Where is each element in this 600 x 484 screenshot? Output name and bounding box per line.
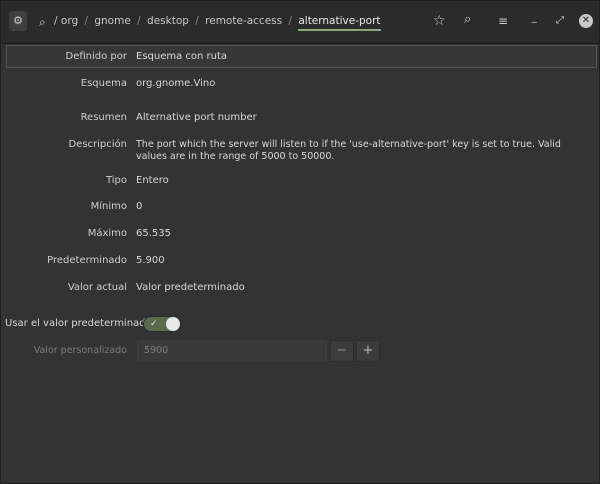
schema-value: org.gnome.Vino	[136, 78, 216, 89]
dconf-app-icon: ⚙	[13, 14, 23, 27]
breadcrumb: / org / gnome / desktop / remote-access …	[54, 15, 381, 31]
breadcrumb-item-current[interactable]: alternative-port	[298, 15, 381, 31]
breadcrumb-sep: /	[54, 15, 58, 27]
breadcrumb-item-remote-access[interactable]: remote-access	[205, 15, 282, 27]
minimum-label: Mínimo	[90, 201, 127, 212]
check-icon: ✓	[150, 319, 158, 329]
description-label: Descripción	[68, 139, 127, 150]
breadcrumb-sep: /	[137, 15, 141, 27]
minimize-icon[interactable]: ‒	[531, 15, 537, 31]
defined-by-label: Definido por	[65, 51, 128, 62]
use-default-switch[interactable]: ✓	[143, 316, 181, 332]
custom-value-label: Valor personalizado	[33, 345, 127, 356]
default-value: 5.900	[136, 255, 165, 266]
switch-knob	[166, 317, 180, 331]
header-bar: ⚙ ⌕ / org / gnome / desktop / remote-acc…	[1, 1, 599, 44]
dconf-editor-window: ⚙ ⌕ / org / gnome / desktop / remote-acc…	[0, 0, 600, 484]
schema-label: Esquema	[80, 78, 127, 89]
maximum-value: 65.535	[136, 228, 171, 239]
breadcrumb-sep: /	[288, 15, 292, 27]
decrement-button[interactable]: −	[330, 340, 354, 362]
custom-value-input[interactable]: 5900	[137, 340, 327, 362]
type-label: Tipo	[105, 175, 127, 186]
hamburger-menu-icon[interactable]: ≡	[498, 13, 508, 29]
bookmark-star-icon[interactable]: ☆	[433, 13, 446, 29]
breadcrumb-sep: /	[195, 15, 199, 27]
maximize-icon[interactable]: ⤢	[556, 13, 564, 29]
path-search-icon[interactable]: ⌕	[39, 14, 46, 30]
breadcrumb-item-desktop[interactable]: desktop	[147, 15, 189, 27]
breadcrumb-item-org[interactable]: org	[61, 15, 78, 27]
summary-label: Resumen	[80, 112, 127, 123]
use-default-label: Usar el valor predeterminado	[5, 318, 152, 329]
description-value: The port which the server will listen to…	[136, 139, 561, 162]
maximum-label: Máximo	[87, 228, 127, 239]
type-value: Entero	[136, 175, 169, 186]
app-menu-button[interactable]: ⚙	[9, 11, 27, 31]
search-icon[interactable]: ⌕	[464, 12, 471, 28]
breadcrumb-item-gnome[interactable]: gnome	[94, 15, 130, 27]
minimum-value: 0	[136, 201, 143, 212]
increment-button[interactable]: +	[356, 340, 380, 362]
defined-by-value: Esquema con ruta	[136, 51, 228, 62]
breadcrumb-sep: /	[84, 15, 89, 27]
default-label: Predeterminado	[47, 255, 127, 266]
current-value-label: Valor actual	[67, 282, 127, 293]
current-value-value: Valor predeterminado	[136, 282, 245, 293]
close-icon[interactable]: ✕	[579, 14, 593, 28]
summary-value: Alternative port number	[136, 112, 257, 123]
